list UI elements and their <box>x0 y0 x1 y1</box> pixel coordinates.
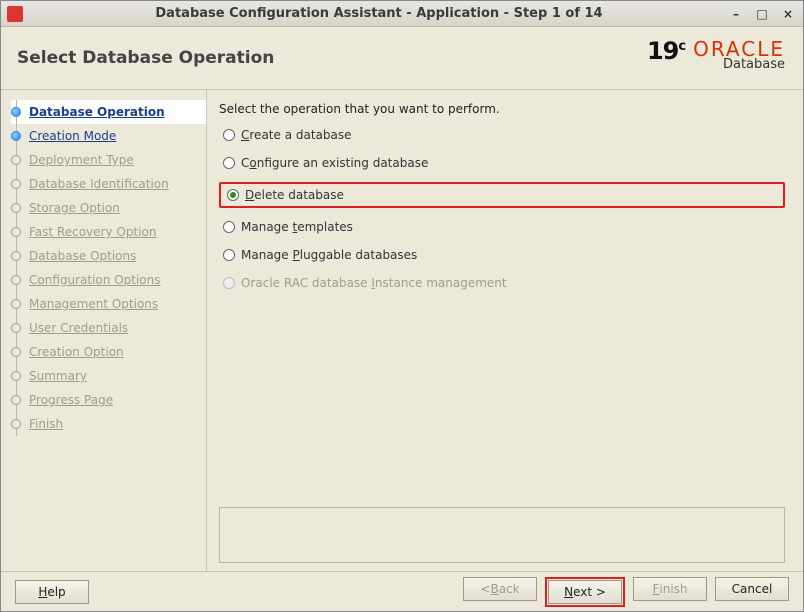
wizard-body: Database Operation Creation Mode Deploymen… <box>1 89 803 571</box>
sidebar-step-7: Configuration Options <box>11 268 206 292</box>
step-dot-icon <box>11 323 21 333</box>
radio-icon <box>227 189 239 201</box>
minimize-button[interactable]: – <box>727 7 745 21</box>
step-label: Finish <box>29 417 63 431</box>
sidebar-step-0[interactable]: Database Operation <box>11 100 206 124</box>
step-label: Creation Mode <box>29 129 116 143</box>
sidebar-step-10: Creation Option <box>11 340 206 364</box>
radio-icon <box>223 249 235 261</box>
step-label: Storage Option <box>29 201 120 215</box>
step-label: Fast Recovery Option <box>29 225 156 239</box>
option-label: Oracle RAC database Instance management <box>241 276 507 290</box>
window-title: Database Configuration Assistant - Appli… <box>31 6 727 21</box>
step-dot-icon <box>11 347 21 357</box>
step-dot-icon <box>11 227 21 237</box>
help-rest: elp <box>47 585 65 599</box>
sidebar-step-3: Database Identification <box>11 172 206 196</box>
step-dot-icon <box>11 299 21 309</box>
step-label: Progress Page <box>29 393 113 407</box>
step-dot-icon <box>11 371 21 381</box>
option-label: Delete database <box>245 188 344 202</box>
step-dot-icon <box>11 107 21 117</box>
next-button[interactable]: Next > <box>548 580 622 604</box>
operation-option-2[interactable]: Delete database <box>223 186 348 204</box>
operation-option-5: Oracle RAC database Instance management <box>219 274 511 292</box>
page-title: Select Database Operation <box>17 48 274 68</box>
step-dot-icon <box>11 275 21 285</box>
step-label: Summary <box>29 369 87 383</box>
sidebar-step-1[interactable]: Creation Mode <box>11 124 206 148</box>
version-text: 19c <box>647 37 685 65</box>
option-label: Manage Pluggable databases <box>241 248 417 262</box>
operation-option-0[interactable]: Create a database <box>219 126 356 144</box>
finish-button: Finish <box>633 577 707 601</box>
step-dot-icon <box>11 131 21 141</box>
next-button-highlight: Next > <box>545 577 625 607</box>
option-label: Create a database <box>241 128 352 142</box>
sidebar-step-11: Summary <box>11 364 206 388</box>
titlebar: Database Configuration Assistant - Appli… <box>1 1 803 27</box>
page-header: Select Database Operation 19c ORACLE Dat… <box>1 27 803 89</box>
app-icon <box>7 6 23 22</box>
step-label: User Credentials <box>29 321 128 335</box>
sidebar-step-8: Management Options <box>11 292 206 316</box>
step-dot-icon <box>11 203 21 213</box>
wizard-footer: Help < Back Next > Finish Cancel <box>1 571 803 611</box>
prompt-text: Select the operation that you want to pe… <box>219 102 785 116</box>
radio-icon <box>223 277 235 289</box>
sidebar-step-13: Finish <box>11 412 206 436</box>
cancel-button[interactable]: Cancel <box>715 577 789 601</box>
operation-option-4[interactable]: Manage Pluggable databases <box>219 246 421 264</box>
operation-options: Create a database Configure an existing d… <box>219 126 785 292</box>
help-button[interactable]: Help <box>15 580 89 604</box>
option-label: Manage templates <box>241 220 353 234</box>
close-button[interactable]: × <box>779 7 797 21</box>
radio-icon <box>223 157 235 169</box>
window-buttons: – □ × <box>727 7 797 21</box>
step-dot-icon <box>11 395 21 405</box>
step-label: Database Options <box>29 249 136 263</box>
sidebar-step-4: Storage Option <box>11 196 206 220</box>
step-label: Creation Option <box>29 345 124 359</box>
operation-option-3[interactable]: Manage templates <box>219 218 357 236</box>
content-pane: Select the operation that you want to pe… <box>206 90 803 571</box>
sidebar-step-6: Database Options <box>11 244 206 268</box>
step-dot-icon <box>11 179 21 189</box>
help-mnemonic: H <box>38 585 47 599</box>
step-sidebar: Database Operation Creation Mode Deploymen… <box>1 90 206 571</box>
step-label: Database Operation <box>29 105 165 119</box>
step-label: Configuration Options <box>29 273 161 287</box>
maximize-button[interactable]: □ <box>753 7 771 21</box>
step-dot-icon <box>11 419 21 429</box>
sidebar-step-9: User Credentials <box>11 316 206 340</box>
step-label: Deployment Type <box>29 153 134 167</box>
sidebar-step-12: Progress Page <box>11 388 206 412</box>
sidebar-step-5: Fast Recovery Option <box>11 220 206 244</box>
back-button: < Back <box>463 577 537 601</box>
description-box <box>219 507 785 563</box>
option-label: Configure an existing database <box>241 156 428 170</box>
radio-icon <box>223 221 235 233</box>
sidebar-step-2: Deployment Type <box>11 148 206 172</box>
step-label: Management Options <box>29 297 158 311</box>
step-label: Database Identification <box>29 177 169 191</box>
operation-option-1[interactable]: Configure an existing database <box>219 154 432 172</box>
step-dot-icon <box>11 155 21 165</box>
brand-logo: 19c ORACLE Database <box>647 37 785 72</box>
step-dot-icon <box>11 251 21 261</box>
radio-icon <box>223 129 235 141</box>
